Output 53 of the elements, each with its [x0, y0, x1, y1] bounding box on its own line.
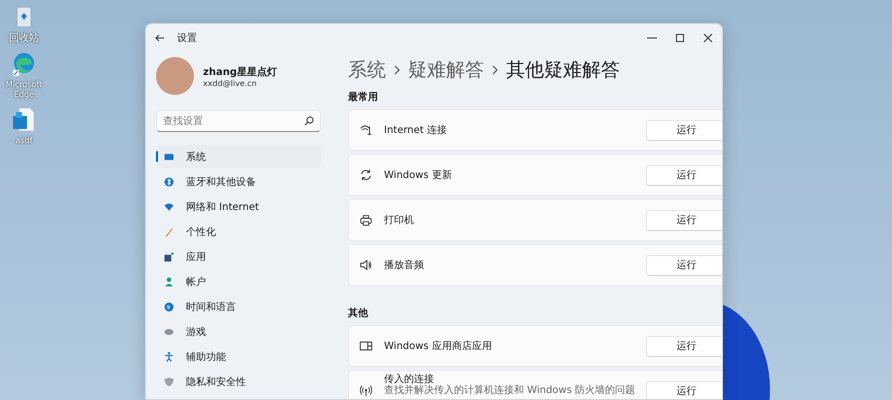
sidebar-item[interactable]: 时间和语言 [156, 295, 321, 318]
accessibility-icon [163, 350, 175, 362]
run-button[interactable]: 运行 [646, 120, 722, 140]
sidebar-item[interactable]: 辅助功能 [156, 345, 321, 368]
chevron-icon [492, 65, 498, 75]
troubleshooter-title: 打印机 [384, 214, 415, 226]
run-button[interactable]: 运行 [646, 254, 722, 276]
bluetooth-icon [163, 176, 175, 188]
troubleshooter-title: Windows 更新 [384, 170, 453, 180]
desktop-icon-label: Microsoft Edge [4, 80, 44, 100]
breadcrumb-link[interactable]: 系统 [348, 57, 386, 83]
desktop-icon-label: asdf [16, 136, 32, 146]
section-heading: 最常用 [348, 90, 379, 104]
run-button[interactable]: 运行 [646, 164, 722, 186]
run-button[interactable]: 运行 [646, 336, 722, 356]
avatar-circle[interactable] [156, 57, 194, 95]
troubleshooter-title: Windows 应用商店应用 [384, 340, 493, 352]
troubleshooter-description: 查找并解决传入的计算机连接和 Windows 防火墙的问题 [384, 385, 635, 396]
window-title: 设置 [177, 32, 198, 45]
brush-icon [163, 226, 175, 238]
sidebar-item[interactable]: 应用 [156, 245, 321, 268]
sidebar-item[interactable]: 系统 [156, 145, 321, 168]
sidebar-item[interactable]: 隐私和安全性 [156, 370, 321, 393]
desktop-icon-label: 回收站 [9, 34, 39, 44]
shield-icon [163, 376, 175, 388]
search-field[interactable]: 查找设置 [156, 110, 321, 132]
run-button[interactable]: 运行 [646, 210, 722, 230]
section-heading: 其他 [348, 306, 369, 320]
troubleshooter-title: Internet 连接 [384, 124, 448, 136]
sidebar-item[interactable]: 游戏 [156, 320, 321, 343]
window-panel-icon [359, 339, 373, 353]
account-email: xxdd@live.cn [203, 78, 258, 88]
chevron-icon [394, 65, 400, 75]
selection-indicator [156, 151, 158, 162]
refresh-icon [359, 168, 373, 182]
sidebar-item[interactable]: 帐户 [156, 270, 321, 293]
troubleshooter-title: 传入的连接 [384, 374, 434, 385]
breadcrumb-link[interactable]: 疑难解答 [408, 57, 484, 83]
person-icon [163, 276, 175, 288]
back-icon[interactable] [155, 33, 165, 43]
troubleshooter-title: 播放音频 [384, 260, 425, 270]
antenna-icon [359, 384, 373, 398]
globe-icon [163, 300, 175, 312]
sidebar-item[interactable]: 个性化 [156, 220, 321, 243]
run-button[interactable]: 运行 [646, 380, 722, 399]
speaker-icon [359, 258, 373, 272]
account-name: zhang星星点灯 [203, 66, 277, 78]
search-icon[interactable] [304, 116, 314, 126]
apps-icon [163, 250, 175, 262]
sidebar-item[interactable]: 网络和 Internet [156, 195, 321, 218]
page-title: 其他疑难解答 [506, 58, 620, 83]
printer-icon [359, 213, 373, 227]
sidebar-item[interactable]: 蓝牙和其他设备 [156, 170, 321, 193]
